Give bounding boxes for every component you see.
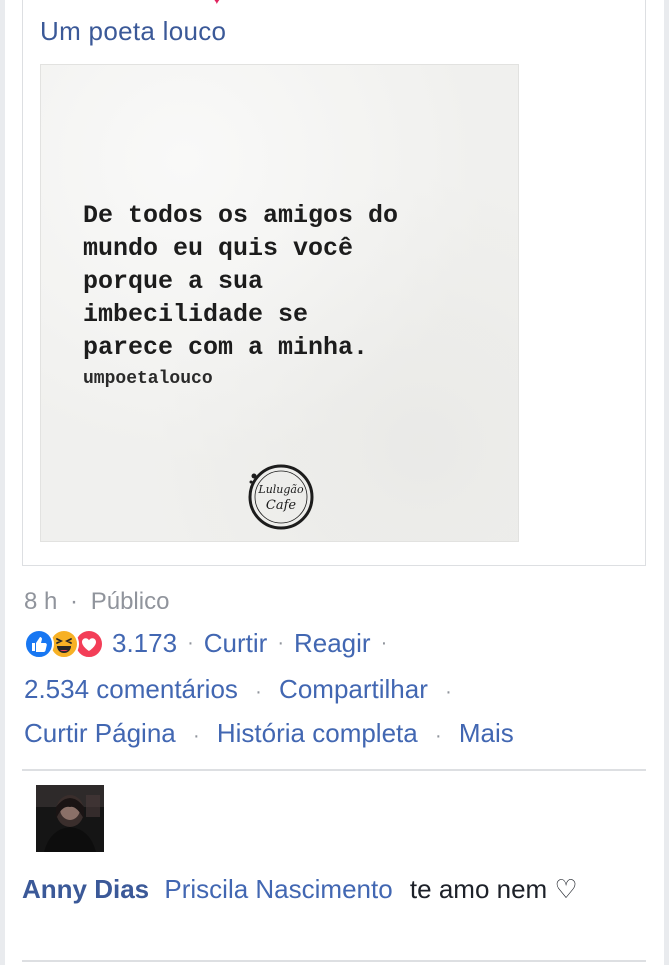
separator: · xyxy=(187,632,194,654)
cafe-stamp-logo: Lulugão Cafe xyxy=(248,464,314,530)
comment-text: te amo nem ♡ xyxy=(409,874,578,904)
avatar-photo xyxy=(36,785,104,852)
separator: · xyxy=(277,632,284,654)
heart-icon: ♥ xyxy=(212,0,230,8)
separator: · xyxy=(255,681,262,703)
quote-text: De todos os amigos do mundo eu quis você… xyxy=(83,201,399,362)
full-story-link[interactable]: História completa xyxy=(217,718,418,748)
separator: · xyxy=(380,632,388,654)
meta-separator: · xyxy=(70,588,79,615)
stamp-text-bottom: Cafe xyxy=(266,498,297,513)
separator: · xyxy=(192,725,200,747)
comments-link[interactable]: 2.534 comentários xyxy=(24,674,238,704)
avatar[interactable] xyxy=(36,785,104,852)
shared-post-card[interactable]: ♥ Um poeta louco De todos os amigos do m… xyxy=(22,0,646,566)
quote-author: umpoetalouco xyxy=(83,369,213,389)
divider xyxy=(22,769,646,771)
stamp-text-top: Lulugão xyxy=(257,483,304,496)
post-time[interactable]: 8 h xyxy=(24,588,57,615)
privacy-label: Público xyxy=(90,588,170,615)
reaction-icons[interactable] xyxy=(24,628,104,659)
page-actions-row: Curtir Página · História completa · Mais xyxy=(24,718,514,749)
share-button[interactable]: Compartilhar xyxy=(279,674,428,704)
reactions-row: 3.173 · Curtir · Reagir · xyxy=(24,628,397,659)
reaction-count[interactable]: 3.173 xyxy=(112,628,177,659)
right-frame-edge xyxy=(664,0,669,965)
quote-image[interactable]: De todos os amigos do mundo eu quis você… xyxy=(40,64,519,542)
separator: · xyxy=(445,681,452,703)
more-link[interactable]: Mais xyxy=(459,718,514,748)
comments-share-row: 2.534 comentários · Compartilhar · xyxy=(24,674,462,705)
comment-mention[interactable]: Priscila Nascimento xyxy=(164,874,392,904)
divider xyxy=(22,960,646,962)
left-frame-edge xyxy=(0,0,5,965)
like-icon xyxy=(24,628,54,659)
comment: Anny Dias Priscila Nascimento te amo nem… xyxy=(22,868,622,911)
like-button[interactable]: Curtir xyxy=(204,628,268,659)
separator: · xyxy=(434,725,442,747)
post-meta: 8 h · Público xyxy=(24,588,169,616)
comment-author[interactable]: Anny Dias xyxy=(22,874,149,904)
like-page-button[interactable]: Curtir Página xyxy=(24,718,176,748)
page-name-link[interactable]: Um poeta louco xyxy=(40,16,226,47)
react-button[interactable]: Reagir xyxy=(294,628,371,659)
